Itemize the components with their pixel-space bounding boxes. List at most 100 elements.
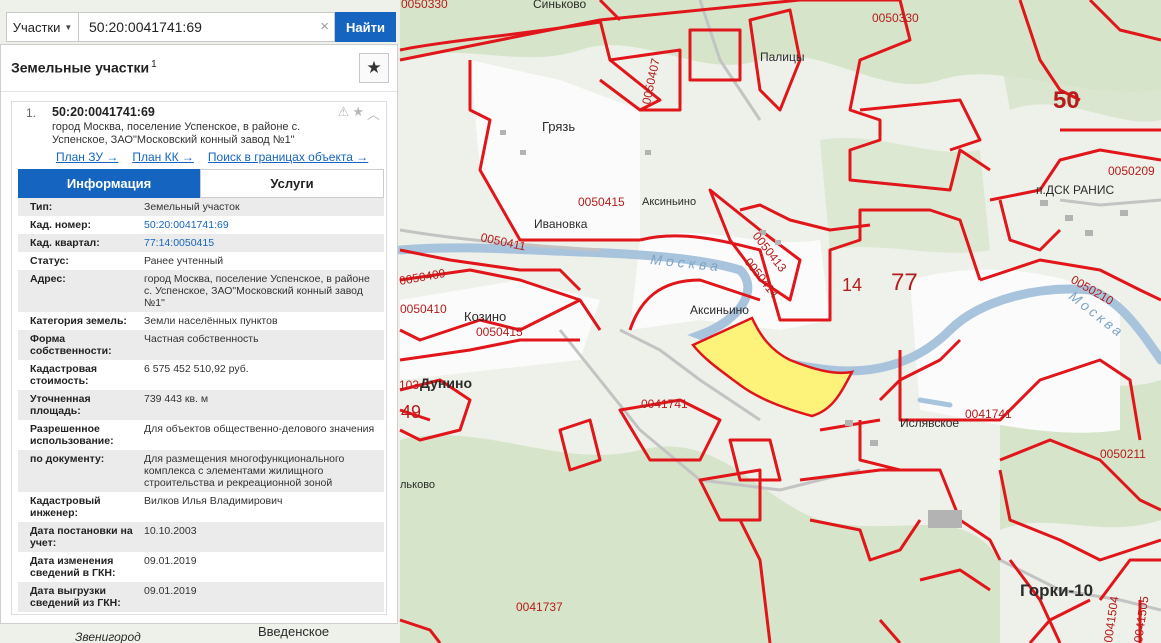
place-label: Синьково	[533, 0, 587, 11]
property-label: Кад. номер:	[18, 216, 138, 234]
search-type-select[interactable]: Участки ▼	[6, 12, 78, 42]
clear-icon[interactable]: ×	[320, 18, 329, 36]
property-value: 09.01.2019	[138, 582, 384, 612]
table-row: Дата изменения сведений в ГКН: 09.01.2019	[18, 552, 384, 582]
result-address: город Москва, поселение Успенское, в рай…	[52, 121, 301, 146]
property-label: Статус:	[18, 252, 138, 270]
property-value: Частная собственность	[138, 330, 384, 360]
cadastral-label: 0050330	[872, 11, 919, 25]
property-label: Дата постановки на учет:	[18, 522, 138, 552]
place-label: Палицы	[760, 50, 805, 64]
property-label: по документу:	[18, 450, 138, 492]
district-label: 14	[842, 275, 862, 295]
cadastral-label: 0050211	[1100, 447, 1146, 461]
cadastral-label: 0050415	[578, 195, 625, 209]
place-label: Аксиньино	[690, 303, 749, 317]
result-card: 1. 50:20:0041741:69 ⚠ ★ ︿ город Москва, …	[11, 101, 387, 615]
place-label: Аксиньино	[642, 196, 696, 208]
property-value: Для размещения многофункционального комп…	[138, 450, 384, 492]
table-row: Форма собственности: Частная собственност…	[18, 330, 384, 360]
place-label: Звенигород	[75, 630, 141, 643]
cadastral-label: 0050209	[1108, 164, 1155, 178]
place-label: Горки-10	[1020, 581, 1093, 600]
property-value: Земельный участок	[138, 198, 384, 216]
tab-information[interactable]: Информация	[18, 169, 200, 198]
result-tools: ⚠ ★ ︿	[338, 104, 380, 123]
cadastral-label: 103	[399, 378, 419, 392]
plan-kk-link[interactable]: План КК →	[132, 150, 194, 164]
search-bar: Участки ▼ × Найти	[6, 12, 396, 42]
tab-services[interactable]: Услуги	[200, 169, 384, 198]
star-icon[interactable]: ★	[352, 104, 364, 123]
property-label: Форма собственности:	[18, 330, 138, 360]
cadastral-label: 0050415	[476, 325, 523, 339]
table-row: Статус: Ранее учтенный	[18, 252, 384, 270]
table-row: Разрешенное использование: Для объектов о…	[18, 420, 384, 450]
cadastral-label: 0041741	[641, 397, 688, 411]
search-in-bounds-link[interactable]: Поиск в границах объекта →	[208, 150, 368, 164]
place-label: Ивановка	[534, 217, 588, 231]
result-count: 1	[151, 59, 157, 70]
cadastral-label: 0041741	[965, 407, 1012, 421]
place-label: Козино	[464, 309, 506, 324]
district-label: 77	[891, 269, 918, 296]
result-tabs: Информация Услуги	[18, 169, 384, 198]
place-label: Дунино	[420, 375, 472, 391]
panel-title-text: Земельные участки	[11, 59, 150, 76]
result-cadastral-number[interactable]: 50:20:0041741:69	[52, 105, 155, 119]
property-value: 77:14:0050415	[138, 234, 384, 252]
chevron-down-icon: ▼	[64, 22, 73, 32]
property-value: Вилков Илья Владимирович	[138, 492, 384, 522]
property-label: Кадастровая стоимость:	[18, 360, 138, 390]
table-row: Кадастровый инженер: Вилков Илья Владимир…	[18, 492, 384, 522]
place-label: Грязь	[542, 119, 575, 134]
cadastral-quarter-link[interactable]: 77:14:0050415	[144, 237, 214, 249]
place-label: льково	[400, 479, 435, 491]
result-index: 1.	[26, 106, 37, 120]
district-label: 50	[1053, 87, 1080, 114]
table-row: по документу: Для размещения многофункцио…	[18, 450, 384, 492]
chevron-up-icon[interactable]: ︿	[367, 104, 380, 123]
favorites-button[interactable]: ★	[359, 53, 389, 83]
table-row: Адрес: город Москва, поселение Успенское,…	[18, 270, 384, 312]
district-label: 49	[401, 402, 421, 422]
property-label: Категория земель:	[18, 312, 138, 330]
property-value: 50:20:0041741:69	[138, 216, 384, 234]
property-label: Уточненная площадь:	[18, 390, 138, 420]
property-value: Ранее учтенный	[138, 252, 384, 270]
property-label: Дата изменения сведений в ГКН:	[18, 552, 138, 582]
property-label: Разрешенное использование:	[18, 420, 138, 450]
property-value: город Москва, поселение Успенское, в рай…	[138, 270, 384, 312]
property-label: Кадастровый инженер:	[18, 492, 138, 522]
property-label: Адрес:	[18, 270, 138, 312]
find-button[interactable]: Найти	[335, 12, 396, 42]
properties-table: Тип: Земельный участок Кад. номер: 50:20:0…	[18, 198, 384, 612]
plan-zu-link[interactable]: План ЗУ →	[56, 150, 118, 164]
property-value: 10.10.2003	[138, 522, 384, 552]
property-value: 739 443 кв. м	[138, 390, 384, 420]
property-label: Кад. квартал:	[18, 234, 138, 252]
table-row: Категория земель: Земли населённых пункто…	[18, 312, 384, 330]
results-panel: Земельные участки 1 ★ 1. 50:20:0041741:69…	[0, 44, 398, 624]
property-value: Земли населённых пунктов	[138, 312, 384, 330]
star-icon: ★	[366, 58, 382, 77]
property-value: 09.01.2019	[138, 552, 384, 582]
table-row: Кадастровая стоимость: 6 575 452 510,92 р…	[18, 360, 384, 390]
table-row: Кад. квартал: 77:14:0050415	[18, 234, 384, 252]
table-row: Дата выгрузки сведений из ГКН: 09.01.2019	[18, 582, 384, 612]
search-input[interactable]	[78, 12, 335, 42]
table-row: Кад. номер: 50:20:0041741:69	[18, 216, 384, 234]
result-links: План ЗУ → План КК → Поиск в границах объ…	[56, 150, 368, 164]
panel-header: Земельные участки 1 ★	[1, 45, 397, 92]
panel-title: Земельные участки 1	[11, 59, 157, 76]
cadastral-number-link[interactable]: 50:20:0041741:69	[144, 219, 229, 231]
place-label: п.ДСК РАНИС	[1036, 183, 1114, 197]
search-field: ×	[78, 12, 335, 42]
place-label: Введенское	[258, 624, 329, 639]
cadastral-label: 0050330	[401, 0, 448, 11]
cadastral-label: 0041737	[516, 600, 563, 614]
property-value: Для объектов общественно-делового значен…	[138, 420, 384, 450]
table-row: Уточненная площадь: 739 443 кв. м	[18, 390, 384, 420]
cadastral-label: 0050410	[400, 302, 447, 316]
property-label: Дата выгрузки сведений из ГКН:	[18, 582, 138, 612]
